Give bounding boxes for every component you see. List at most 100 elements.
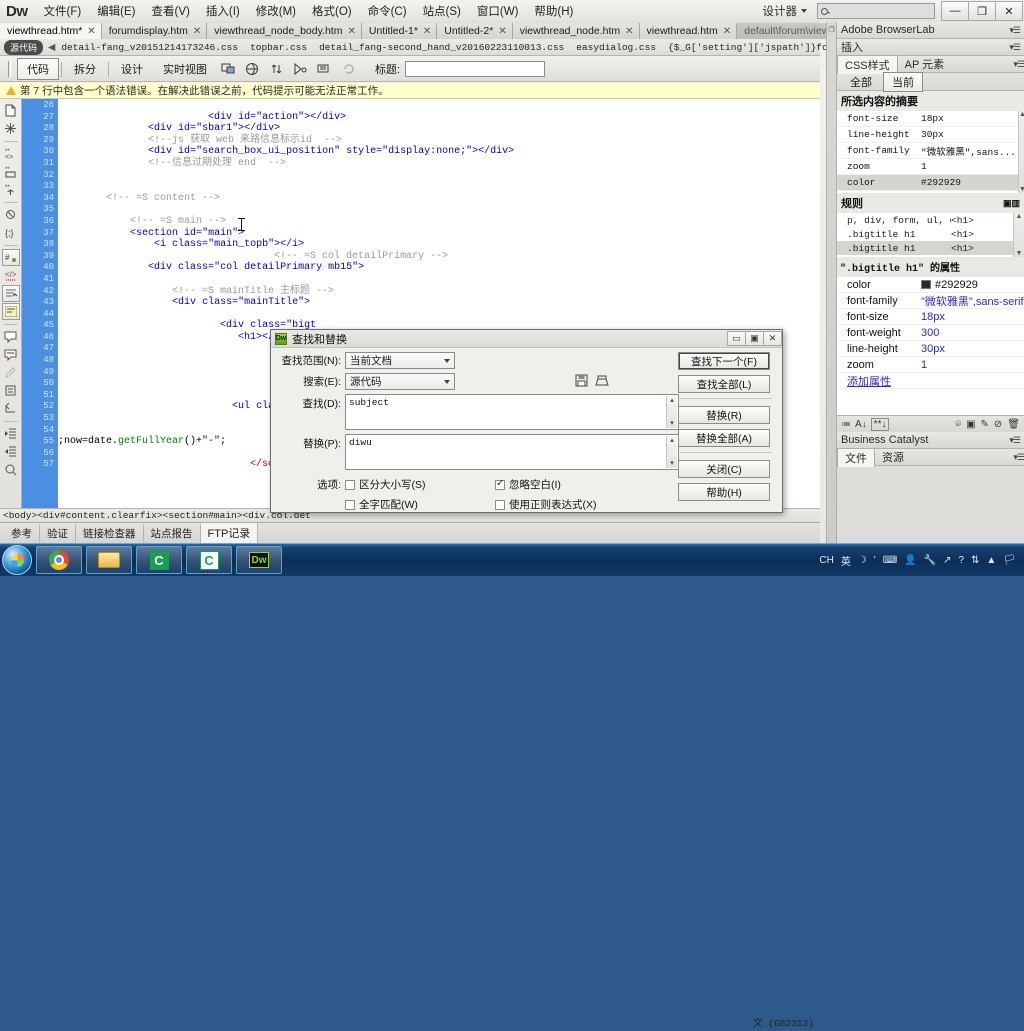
code-line[interactable]: <!-- =S mainTitle 主标题 --> (58, 286, 820, 298)
code-line[interactable]: <!-- =S col detailPrimary --> (58, 251, 820, 263)
view-live-button[interactable]: 实时视图 (153, 58, 217, 80)
code-line[interactable] (58, 309, 820, 321)
start-button[interactable] (2, 545, 32, 575)
collapse-full-tag-icon[interactable] (2, 120, 20, 137)
collapse-selection-icon[interactable]: ** <> (2, 145, 20, 162)
panel-options-icon[interactable]: ▾☰ (1013, 59, 1024, 70)
preview-browser-icon[interactable] (243, 60, 263, 78)
rule-row[interactable]: .bigtitle h1 <h1> (837, 227, 1013, 241)
menu-view[interactable]: 查看(V) (144, 1, 198, 21)
save-query-icon[interactable] (575, 374, 588, 390)
show-alphabet-view-icon[interactable]: A↓ (855, 419, 867, 430)
css-mode-current[interactable]: 当前 (883, 71, 923, 92)
results-tab-site-reports[interactable]: 站点报告 (144, 523, 201, 543)
checkbox-checked-icon[interactable] (495, 478, 505, 490)
menu-help[interactable]: 帮助(H) (526, 1, 581, 21)
code-line[interactable] (58, 274, 820, 286)
results-tab-validation[interactable]: 验证 (40, 523, 76, 543)
replace-button[interactable]: 替换(R) (678, 406, 770, 424)
dialog-restore-button[interactable]: ▣ (745, 331, 764, 346)
search-select[interactable]: 源代码 (345, 373, 455, 390)
tab-assets[interactable]: 资源 (875, 448, 911, 466)
menu-format[interactable]: 格式(O) (304, 1, 360, 21)
code-line[interactable]: <div class="mainTitle"> (58, 297, 820, 309)
keyboard-icon[interactable]: ⌨ (883, 555, 897, 566)
summary-row[interactable]: line-height 30px (837, 127, 1019, 143)
add-property-link[interactable]: 添加属性 (837, 373, 921, 389)
show-hidden-icons[interactable]: ▲ (986, 555, 996, 566)
close-icon[interactable]: ✕ (723, 26, 731, 37)
find-next-button[interactable]: 查找下一个(F) (678, 352, 770, 370)
page-title-input[interactable] (405, 61, 546, 77)
recent-snippets-icon[interactable] (2, 382, 20, 399)
tab-files[interactable]: 文件 (837, 447, 875, 467)
restore-button[interactable]: ❐ (968, 1, 996, 21)
code-line[interactable] (58, 204, 820, 216)
file-management-icon[interactable] (315, 60, 335, 78)
panel-collapse-rail[interactable]: ❐ (826, 22, 836, 543)
workspace-switcher[interactable]: 设计器 (759, 3, 812, 19)
property-row[interactable]: zoom 1 (837, 357, 1024, 373)
related-file-4[interactable]: easydialog.css (576, 42, 656, 53)
related-file-2[interactable]: topbar.css (250, 42, 307, 53)
doc-tab-forumdisplay[interactable]: forumdisplay.htm ✕ (101, 23, 208, 39)
code-line[interactable]: <div id="sbar1"></div> (58, 123, 820, 135)
open-documents-icon[interactable] (2, 102, 20, 119)
checkbox-icon[interactable] (345, 479, 355, 490)
close-dialog-button[interactable]: 关闭(C) (678, 460, 770, 478)
user-icon[interactable]: 👤 (904, 555, 916, 566)
color-swatch[interactable] (921, 279, 931, 289)
menu-edit[interactable]: 编辑(E) (89, 1, 143, 21)
rule-row[interactable]: p, div, form, ul, dl,...<h1> (837, 213, 1013, 227)
checkbox-icon[interactable] (495, 499, 505, 510)
live-code-icon[interactable] (219, 60, 239, 78)
property-row[interactable]: font-size 18px (837, 309, 1024, 325)
related-file-3[interactable]: detail_fang-second_hand_v20160223110013.… (319, 42, 564, 53)
view-code-button[interactable]: 代码 (17, 58, 59, 80)
panel-options-icon[interactable]: ▾☰ (1009, 42, 1021, 53)
code-line[interactable]: <!-- =S main --> (58, 216, 820, 228)
property-row[interactable]: line-height 30px (837, 341, 1024, 357)
replace-input[interactable]: diwu ▴ ▾ (345, 434, 679, 470)
word-wrap-icon[interactable] (1, 285, 20, 302)
ime-punctuation-icon[interactable]: ' (874, 555, 876, 566)
property-row[interactable]: font-weight 300 (837, 325, 1024, 341)
css-mode-all[interactable]: 全部 (841, 72, 881, 92)
edit-rule-icon[interactable]: ✎ (981, 419, 989, 430)
close-icon[interactable]: ✕ (423, 26, 431, 37)
move-block-icon[interactable] (2, 400, 20, 417)
tools-icon[interactable]: 🔧 (924, 555, 936, 566)
close-icon[interactable]: ✕ (347, 26, 355, 37)
validate-icon[interactable] (291, 60, 311, 78)
load-query-icon[interactable] (595, 374, 609, 390)
results-tab-reference[interactable]: 参考 (4, 523, 40, 543)
taskbar-item-app-white[interactable]: C (186, 546, 232, 574)
code-line[interactable]: <div id="search_box_ui_position" style="… (58, 146, 820, 158)
find-all-button[interactable]: 查找全部(L) (678, 375, 770, 393)
source-code-button[interactable]: 源代码 (4, 39, 44, 55)
code-line[interactable] (58, 170, 820, 182)
new-css-rule-icon[interactable]: ▣ (966, 419, 975, 430)
refresh-sync-icon[interactable] (267, 60, 287, 78)
attach-stylesheet-icon[interactable]: ⌾ (955, 419, 961, 430)
toolbar-grip[interactable] (8, 61, 11, 77)
expand-panels-icon[interactable]: ❐ (827, 26, 836, 34)
line-numbers-icon[interactable]: # (1, 249, 20, 266)
dialog-close-button[interactable]: ✕ (763, 331, 782, 346)
checkbox-icon[interactable] (345, 499, 355, 510)
replace-all-button[interactable]: 替换全部(A) (678, 429, 770, 447)
option-match-case[interactable]: 区分大小写(S) (345, 477, 455, 492)
code-line[interactable]: <div class="col detailPrimary mb15"> (58, 262, 820, 274)
show-category-view-icon[interactable]: ≔ (841, 419, 851, 430)
option-whole-word[interactable]: 全字匹配(W) (345, 497, 455, 512)
close-icon[interactable]: ✕ (87, 26, 95, 37)
summary-row[interactable]: font-family "微软雅黑",sans... (837, 143, 1019, 159)
menu-modify[interactable]: 修改(M) (248, 1, 304, 21)
help-icon[interactable]: ? (958, 555, 964, 566)
code-line[interactable]: <div id="action"></div> (58, 112, 820, 124)
select-parent-tag-icon[interactable]: ** (2, 181, 20, 198)
format-source-icon[interactable] (2, 461, 20, 478)
doc-tab-viewthread-node[interactable]: viewthread_node.htm ✕ (512, 23, 640, 39)
scroll-left-icon[interactable]: ◀ (48, 42, 55, 53)
menu-site[interactable]: 站点(S) (415, 1, 469, 21)
